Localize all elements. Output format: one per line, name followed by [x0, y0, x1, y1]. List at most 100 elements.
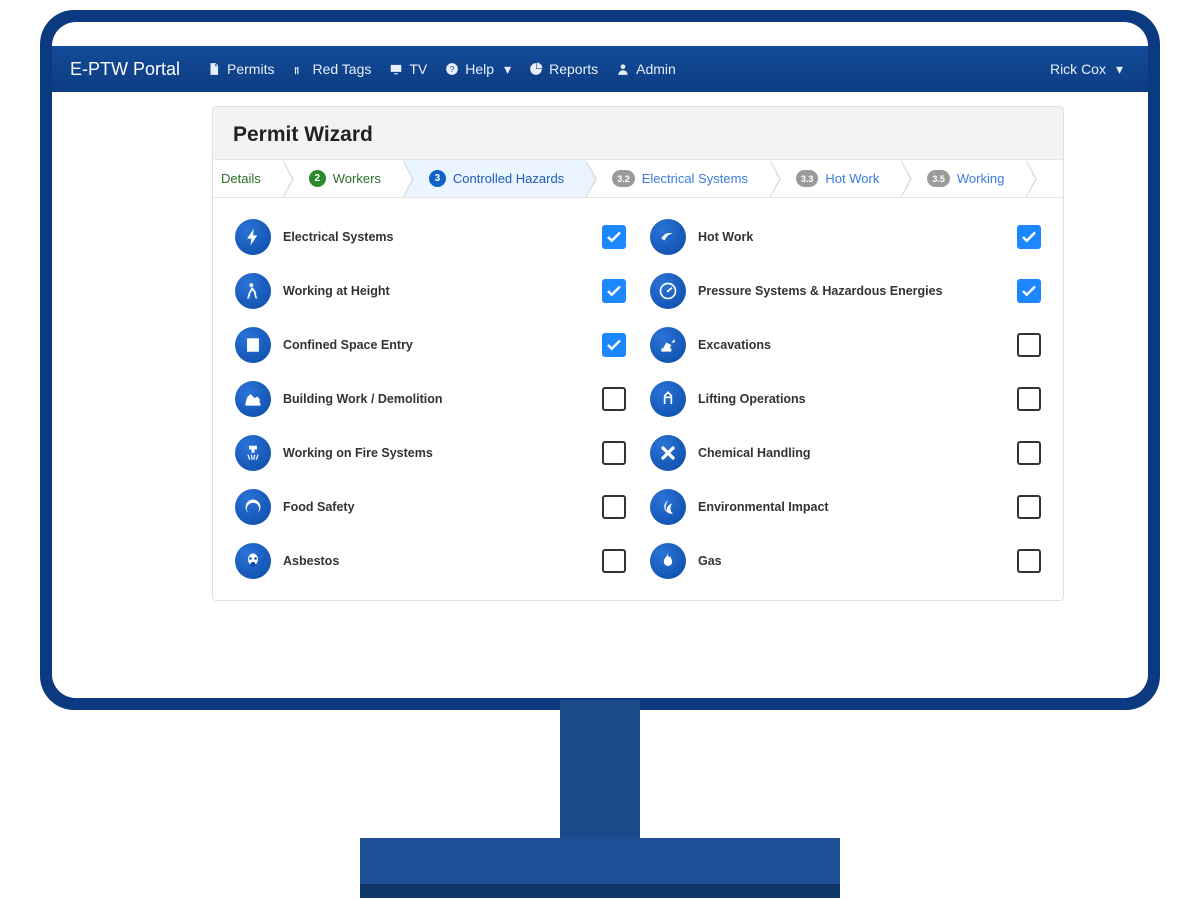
hazard-checkbox[interactable]: [602, 549, 626, 573]
hazard-checkbox[interactable]: [1017, 441, 1041, 465]
hazard-label: Chemical Handling: [698, 446, 1017, 460]
nav-admin-label: Admin: [636, 61, 676, 77]
hazard-checkbox[interactable]: [1017, 333, 1041, 357]
step-label: Hot Work: [825, 171, 879, 186]
hazard-checkbox[interactable]: [602, 279, 626, 303]
hazard-row: Environmental Impact: [650, 480, 1041, 534]
file-icon: [207, 62, 221, 76]
hazard-row: Asbestos: [235, 534, 626, 588]
weld-icon: [650, 219, 686, 255]
hazard-checkbox[interactable]: [1017, 279, 1041, 303]
step-number: 3: [429, 170, 446, 187]
hazard-label: Gas: [698, 554, 1017, 568]
hazard-label: Confined Space Entry: [283, 338, 602, 352]
hazard-grid: Electrical Systems Working at Height Con: [213, 198, 1063, 592]
step-number: 3.3: [796, 170, 819, 187]
flame-icon: [650, 543, 686, 579]
help-icon: ?: [445, 62, 459, 76]
hazard-label: Building Work / Demolition: [283, 392, 602, 406]
hazard-label: Pressure Systems & Hazardous Energies: [698, 284, 1017, 298]
step-label: Workers: [333, 171, 381, 186]
step-hot-work[interactable]: 3.3 Hot Work: [770, 160, 901, 197]
hazard-label: Hot Work: [698, 230, 1017, 244]
permit-wizard-panel: Permit Wizard ← PREV NEXT → Deta: [212, 106, 1064, 601]
fire-system-icon: [235, 435, 271, 471]
tv-icon: [389, 62, 403, 76]
top-navbar: E-PTW Portal Permits Red Tags TV ? Help …: [52, 46, 1148, 92]
hazard-label: Food Safety: [283, 500, 602, 514]
hazard-row: Lifting Operations: [650, 372, 1041, 426]
excavator-icon: [650, 327, 686, 363]
nav-help[interactable]: ? Help ▾: [436, 61, 520, 78]
hazard-row: Working on Fire Systems: [235, 426, 626, 480]
environment-icon: [650, 489, 686, 525]
svg-text:?: ?: [450, 65, 455, 74]
hazard-checkbox[interactable]: [1017, 495, 1041, 519]
hazard-row: Gas: [650, 534, 1041, 588]
step-label: Electrical Systems: [642, 171, 748, 186]
step-number: 3.5: [927, 170, 950, 187]
lift-icon: [650, 381, 686, 417]
monitor-stand-neck: [560, 700, 640, 840]
step-workers[interactable]: 2 Workers: [283, 160, 403, 197]
nav-user-menu[interactable]: Rick Cox ▾: [1041, 61, 1132, 78]
nav-user-name: Rick Cox: [1050, 61, 1106, 77]
monitor-stand-foot: [360, 884, 840, 898]
nav-redtags[interactable]: Red Tags: [283, 61, 380, 77]
hazard-row: Working at Height: [235, 264, 626, 318]
tag-icon: [292, 62, 306, 76]
hazard-checkbox[interactable]: [1017, 387, 1041, 411]
hazard-checkbox[interactable]: [1017, 225, 1041, 249]
hazard-label: Electrical Systems: [283, 230, 602, 244]
gauge-icon: [650, 273, 686, 309]
hazard-col-left: Electrical Systems Working at Height Con: [235, 210, 626, 588]
hazard-col-right: Hot Work Pressure Systems & Hazardous En…: [650, 210, 1041, 588]
screen: E-PTW Portal Permits Red Tags TV ? Help …: [52, 22, 1148, 698]
hazard-row: Food Safety: [235, 480, 626, 534]
brand: E-PTW Portal: [70, 59, 180, 80]
hazard-checkbox[interactable]: [602, 387, 626, 411]
mask-icon: [235, 543, 271, 579]
hazard-row: Electrical Systems: [235, 210, 626, 264]
user-icon: [616, 62, 630, 76]
wizard-steps: Details 2 Workers 3 Controlled Hazards 3…: [213, 160, 1063, 198]
step-label: Working: [957, 171, 1004, 186]
hazard-checkbox[interactable]: [602, 333, 626, 357]
chemical-icon: [650, 435, 686, 471]
door-icon: [235, 327, 271, 363]
hazard-row: Hot Work: [650, 210, 1041, 264]
caret-down-icon: ▾: [504, 61, 511, 78]
demolition-icon: [235, 381, 271, 417]
hazard-row: Excavations: [650, 318, 1041, 372]
monitor-bezel: E-PTW Portal Permits Red Tags TV ? Help …: [40, 10, 1160, 710]
nav-permits-label: Permits: [227, 61, 274, 77]
hazard-checkbox[interactable]: [1017, 549, 1041, 573]
climb-icon: [235, 273, 271, 309]
hazard-label: Working on Fire Systems: [283, 446, 602, 460]
nav-reports-label: Reports: [549, 61, 598, 77]
hazard-row: Pressure Systems & Hazardous Energies: [650, 264, 1041, 318]
hazard-label: Lifting Operations: [698, 392, 1017, 406]
nav-tv[interactable]: TV: [380, 61, 436, 77]
step-number: 3.2: [612, 170, 635, 187]
step-label: Controlled Hazards: [453, 171, 564, 186]
hazard-checkbox[interactable]: [602, 225, 626, 249]
hazard-row: Chemical Handling: [650, 426, 1041, 480]
hazard-label: Asbestos: [283, 554, 602, 568]
nav-permits[interactable]: Permits: [198, 61, 283, 77]
step-controlled-hazards[interactable]: 3 Controlled Hazards: [403, 160, 586, 197]
hazard-checkbox[interactable]: [602, 441, 626, 465]
chart-icon: [529, 62, 543, 76]
hazard-checkbox[interactable]: [602, 495, 626, 519]
step-details[interactable]: Details: [213, 160, 283, 197]
nav-admin[interactable]: Admin: [607, 61, 685, 77]
nav-redtags-label: Red Tags: [312, 61, 371, 77]
caret-down-icon: ▾: [1116, 61, 1123, 78]
step-electrical-systems[interactable]: 3.2 Electrical Systems: [586, 160, 770, 197]
hazard-row: Confined Space Entry: [235, 318, 626, 372]
content-area: Permit Wizard ← PREV NEXT → Deta: [52, 92, 1148, 698]
nav-reports[interactable]: Reports: [520, 61, 607, 77]
hazard-label: Excavations: [698, 338, 1017, 352]
step-working-height[interactable]: 3.5 Working: [901, 160, 1026, 197]
step-label: Details: [221, 171, 261, 186]
